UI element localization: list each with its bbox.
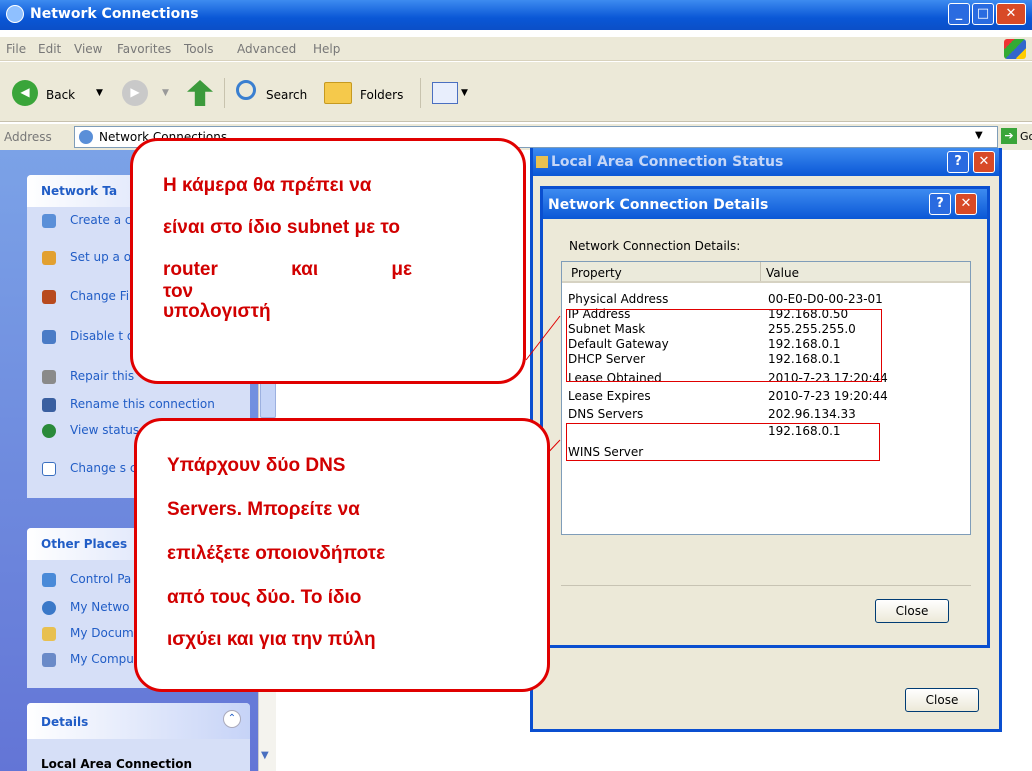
details-panel: Details ⌃ Local Area Connection <box>27 703 250 771</box>
subnet-callout: Η κάμερα θα πρέπει να είναι στο ίδιο sub… <box>130 138 526 384</box>
details-dialog: Network Connection Details ? ✕ Network C… <box>540 186 990 648</box>
menu-tools[interactable]: Tools <box>184 42 214 56</box>
change-settings-icon <box>42 462 56 476</box>
details-connection-name: Local Area Connection <box>41 757 193 771</box>
go-button[interactable]: Go <box>1020 130 1032 143</box>
scrollbar-thumb[interactable] <box>260 378 276 418</box>
list-header: Property Value <box>562 262 970 283</box>
callout-line-4: υπολογιστή <box>163 301 271 322</box>
menu-bar: File Edit View Favorites Tools Advanced … <box>0 37 1032 61</box>
folders-icon[interactable] <box>324 82 352 104</box>
table-row: DNS Servers 202.96.134.33 <box>568 407 856 421</box>
menu-advanced[interactable]: Advanced <box>237 42 296 56</box>
callout-line-1: Η κάμερα θα πρέπει να <box>163 175 372 196</box>
up-folder-icon[interactable] <box>187 80 213 106</box>
highlight-dns-box <box>566 423 880 461</box>
callout-line-2: είναι στο ίδιο subnet με το <box>163 217 400 238</box>
menu-edit[interactable]: Edit <box>38 42 61 56</box>
my-computer-icon <box>42 653 56 667</box>
connector-line-subnet <box>525 315 561 361</box>
status-dialog-titlebar: Local Area Connection Status ? ✕ <box>533 148 999 176</box>
details-dialog-title: Network Connection Details <box>548 197 769 213</box>
my-documents-icon <box>42 627 56 641</box>
views-dropdown-icon[interactable]: ▼ <box>461 88 468 98</box>
details-label: Network Connection Details: <box>569 239 741 253</box>
status-close-button[interactable]: Close <box>905 688 979 712</box>
details-close-icon[interactable]: ✕ <box>955 193 977 215</box>
home-network-icon <box>42 251 56 265</box>
details-header[interactable]: Details <box>27 703 250 739</box>
callout-line-1: Υπάρχουν δύο DNS <box>167 455 346 476</box>
close-button[interactable]: ✕ <box>996 3 1026 25</box>
callout-line-2: Servers. Μπορείτε να <box>167 499 360 520</box>
go-arrow-icon[interactable]: ➔ <box>1001 128 1017 144</box>
callout-line-3: router και με τον <box>163 259 413 302</box>
views-icon[interactable] <box>432 82 458 104</box>
address-dropdown-icon[interactable]: ▼ <box>975 130 983 141</box>
callout-line-5: ισχύει και για την πύλη <box>167 629 376 650</box>
dns-callout: Υπάρχουν δύο DNS Servers. Μπορείτε να επ… <box>134 418 550 692</box>
firewall-icon <box>42 290 56 304</box>
table-row: Lease Expires 2010-7-23 19:20:44 <box>568 389 888 403</box>
callout-line-3: επιλέξετε οποιονδήποτε <box>167 543 386 564</box>
divider <box>561 585 971 586</box>
back-arrow-icon[interactable]: ◀ <box>12 80 38 106</box>
forward-dropdown-icon[interactable]: ▼ <box>162 88 169 98</box>
window-title: Network Connections <box>30 6 199 22</box>
maximize-button[interactable]: □ <box>972 3 994 25</box>
title-bar: Network Connections _ □ ✕ <box>0 0 1032 30</box>
details-close-button[interactable]: Close <box>875 599 949 623</box>
windows-logo-icon <box>1004 39 1026 59</box>
scroll-down-icon[interactable]: ▼ <box>261 750 269 761</box>
view-status-icon <box>42 424 56 438</box>
column-value[interactable]: Value <box>766 266 799 280</box>
status-close-icon[interactable]: ✕ <box>973 151 995 173</box>
menu-file[interactable]: File <box>6 42 26 56</box>
highlight-ip-box <box>566 309 882 382</box>
details-dialog-titlebar: Network Connection Details ? ✕ <box>543 189 987 219</box>
toolbar: ◀ Back ▼ ▶ ▼ Search Folders ▼ <box>0 62 1032 122</box>
toolbar-separator <box>224 78 225 108</box>
minimize-button[interactable]: _ <box>948 3 970 25</box>
callout-line-4: από τους δύο. Το ίδιο <box>167 587 362 608</box>
toolbar-separator <box>420 78 421 108</box>
network-icon <box>79 130 93 144</box>
rename-icon <box>42 398 56 412</box>
column-property[interactable]: Property <box>571 266 622 280</box>
status-dialog-title: Local Area Connection Status <box>551 154 784 170</box>
network-connections-icon <box>6 5 24 23</box>
folders-button[interactable]: Folders <box>360 88 403 102</box>
column-divider <box>760 262 761 281</box>
back-dropdown-icon[interactable]: ▼ <box>96 88 103 98</box>
collapse-chevron-icon[interactable]: ⌃ <box>223 710 241 728</box>
menu-view[interactable]: View <box>74 42 102 56</box>
create-connection-icon <box>42 214 56 228</box>
connection-icon <box>536 156 548 168</box>
search-button[interactable]: Search <box>266 88 307 102</box>
menu-favorites[interactable]: Favorites <box>117 42 171 56</box>
control-panel-icon <box>42 573 56 587</box>
my-network-icon <box>42 601 56 615</box>
search-icon[interactable] <box>236 80 256 100</box>
details-list[interactable]: Property Value Physical Address 00-E0-D0-… <box>561 261 971 535</box>
repair-wrench-icon <box>42 370 56 384</box>
disable-device-icon <box>42 330 56 344</box>
back-button[interactable]: Back <box>46 88 75 102</box>
forward-arrow-icon[interactable]: ▶ <box>122 80 148 106</box>
table-row: Physical Address 00-E0-D0-00-23-01 <box>568 292 883 306</box>
details-help-button[interactable]: ? <box>929 193 951 215</box>
address-label: Address <box>4 130 52 144</box>
menu-help[interactable]: Help <box>313 42 340 56</box>
status-help-button[interactable]: ? <box>947 151 969 173</box>
